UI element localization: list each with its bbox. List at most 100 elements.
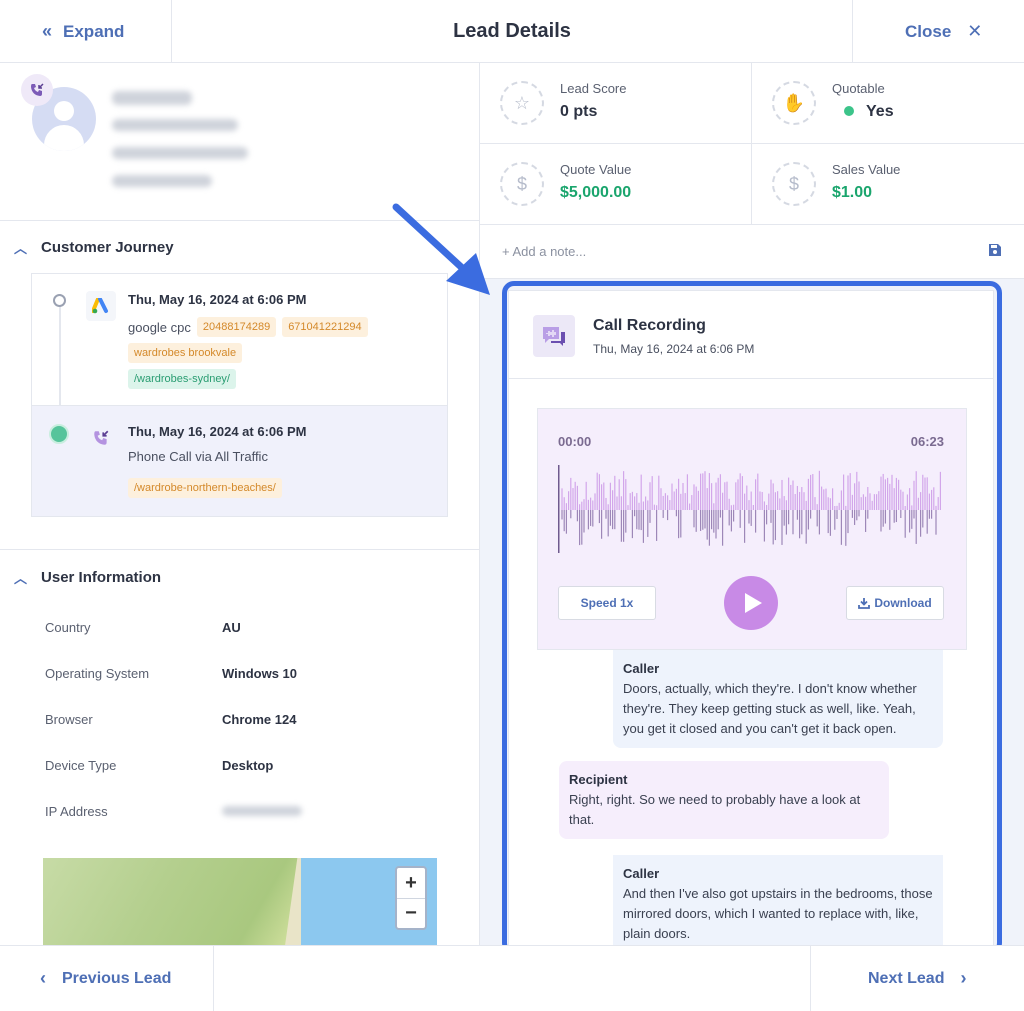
timeline-dot xyxy=(53,294,66,307)
hand-coins-icon: ✋ xyxy=(772,81,816,125)
info-row-ip: IP Address xyxy=(0,788,479,834)
location-map[interactable]: + − xyxy=(43,858,437,945)
info-key: Country xyxy=(45,619,91,635)
page-title: Lead Details xyxy=(453,20,571,42)
footer-nav: ‹ Previous Lead Next Lead › xyxy=(0,945,1024,1011)
expand-button[interactable]: « Expand xyxy=(0,0,172,63)
close-label: Close xyxy=(905,21,952,41)
user-information-toggle[interactable]: ︿ User Information xyxy=(0,550,479,604)
ip-address-redacted xyxy=(222,806,302,816)
stat-value: 0 pts xyxy=(560,103,598,120)
journey-source: Phone Call via All Traffic xyxy=(128,449,268,464)
audio-player: 00:00 06:23 Speed 1x Download xyxy=(537,408,967,650)
lead-stats-grid: ☆ Lead Score 0 pts ✋ Quotable Yes $ Quot… xyxy=(480,63,1024,225)
close-button[interactable]: Close ✕ xyxy=(852,0,1024,63)
previous-lead-button[interactable]: ‹ Previous Lead xyxy=(0,946,214,1011)
lead-right-panel: ☆ Lead Score 0 pts ✋ Quotable Yes $ Quot… xyxy=(480,63,1024,945)
chevron-up-icon: ︿ xyxy=(14,240,28,256)
info-value: Windows 10 xyxy=(222,665,298,681)
next-lead-button[interactable]: Next Lead › xyxy=(810,946,1024,1011)
double-chevron-left-icon: « xyxy=(42,21,52,41)
annotation-arrow xyxy=(392,203,490,295)
save-note-icon[interactable] xyxy=(988,243,1002,260)
star-icon: ☆ xyxy=(500,81,544,125)
info-value: Chrome 124 xyxy=(222,711,297,727)
call-recording-date: Thu, May 16, 2024 at 6:06 PM xyxy=(593,342,755,356)
voice-message-icon xyxy=(533,315,575,357)
lead-name-redacted xyxy=(112,91,192,105)
stat-label: Quote Value xyxy=(560,162,632,177)
speed-button[interactable]: Speed 1x xyxy=(558,586,656,620)
info-row-device: Device Type Desktop xyxy=(0,742,479,788)
add-note-field[interactable]: + Add a note... xyxy=(480,225,1024,279)
info-key: IP Address xyxy=(45,803,108,819)
journey-date: Thu, May 16, 2024 at 6:06 PM xyxy=(128,424,307,439)
stat-label: Quotable xyxy=(832,81,885,96)
quotable-value: Yes xyxy=(866,103,894,120)
info-row-browser: Browser Chrome 124 xyxy=(0,696,479,742)
play-icon xyxy=(745,593,762,613)
expand-label: Expand xyxy=(63,21,125,41)
audio-waveform[interactable] xyxy=(558,465,944,555)
stat-label: Lead Score xyxy=(560,81,627,96)
sales-value-stat: $ Sales Value $1.00 xyxy=(752,144,1024,225)
info-row-country: Country AU xyxy=(0,604,479,650)
call-recording-card: Call Recording Thu, May 16, 2024 at 6:06… xyxy=(508,290,994,945)
previous-lead-label: Previous Lead xyxy=(62,969,172,987)
info-key: Browser xyxy=(45,711,93,727)
lead-phone-redacted xyxy=(112,175,212,187)
download-label: Download xyxy=(874,596,932,610)
timeline-dot-active xyxy=(49,424,69,444)
close-icon: ✕ xyxy=(967,21,983,41)
transcript-message-caller: Caller Doors, actually, which they're. I… xyxy=(613,650,943,748)
lead-score-stat: ☆ Lead Score 0 pts xyxy=(480,63,752,144)
zoom-out-button[interactable]: − xyxy=(397,898,425,928)
google-ads-icon xyxy=(86,291,116,321)
journey-source: google cpc xyxy=(128,319,191,335)
money-bag-icon: $ xyxy=(772,162,816,206)
play-button[interactable] xyxy=(724,576,778,630)
journey-item-selected[interactable]: Thu, May 16, 2024 at 6:06 PM Phone Call … xyxy=(32,405,447,516)
zoom-in-button[interactable]: + xyxy=(397,868,425,898)
landing-page-tag: /wardrobes-sydney/ xyxy=(128,369,236,389)
stat-value: $1.00 xyxy=(832,184,873,201)
lead-company-redacted xyxy=(112,147,248,159)
info-row-os: Operating System Windows 10 xyxy=(0,650,479,696)
next-lead-label: Next Lead xyxy=(868,969,945,987)
user-info-table: Country AU Operating System Windows 10 B… xyxy=(0,604,479,834)
time-start: 00:00 xyxy=(558,434,592,449)
chevron-right-icon: › xyxy=(960,968,967,988)
message-text: Doors, actually, which they're. I don't … xyxy=(623,681,917,736)
info-value: AU xyxy=(222,619,241,635)
info-key: Device Type xyxy=(45,757,117,773)
info-value: Desktop xyxy=(222,757,274,773)
message-text: And then I've also got upstairs in the b… xyxy=(623,886,933,941)
quotable-stat: ✋ Quotable Yes xyxy=(752,63,1024,144)
phone-call-icon xyxy=(86,423,116,453)
transcript-message-caller: Caller And then I've also got upstairs i… xyxy=(613,855,943,945)
transcript-message-recipient: Recipient Right, right. So we need to pr… xyxy=(559,761,889,839)
chevron-left-icon: ‹ xyxy=(40,968,46,988)
call-transcript[interactable]: Caller Doors, actually, which they're. I… xyxy=(537,650,967,945)
speaker-label: Recipient xyxy=(569,772,628,787)
stat-value: Yes xyxy=(832,103,894,121)
campaign-id-tag: 20488174289 xyxy=(196,317,277,337)
header-bar: « Expand Lead Details Close ✕ xyxy=(0,0,1024,63)
user-information-title: User Information xyxy=(41,568,162,586)
quote-value-stat: $ Quote Value $5,000.00 xyxy=(480,144,752,225)
landing-page-tag: /wardrobe-northern-beaches/ xyxy=(128,478,282,498)
status-dot xyxy=(844,106,854,116)
time-end: 06:23 xyxy=(910,434,944,449)
lead-email-redacted xyxy=(112,119,238,131)
adgroup-id-tag: 671041221294 xyxy=(282,317,368,337)
message-text: Right, right. So we need to probably hav… xyxy=(569,792,861,827)
chevron-up-icon: ︿ xyxy=(14,570,28,586)
stat-value: $5,000.00 xyxy=(560,184,632,201)
download-button[interactable]: Download xyxy=(846,586,944,620)
download-icon xyxy=(858,598,871,609)
map-zoom-control: + − xyxy=(395,866,427,930)
call-recording-header: Call Recording Thu, May 16, 2024 at 6:06… xyxy=(509,291,993,379)
stat-label: Sales Value xyxy=(832,162,901,177)
speaker-label: Caller xyxy=(623,661,660,676)
speaker-label: Caller xyxy=(623,866,660,881)
